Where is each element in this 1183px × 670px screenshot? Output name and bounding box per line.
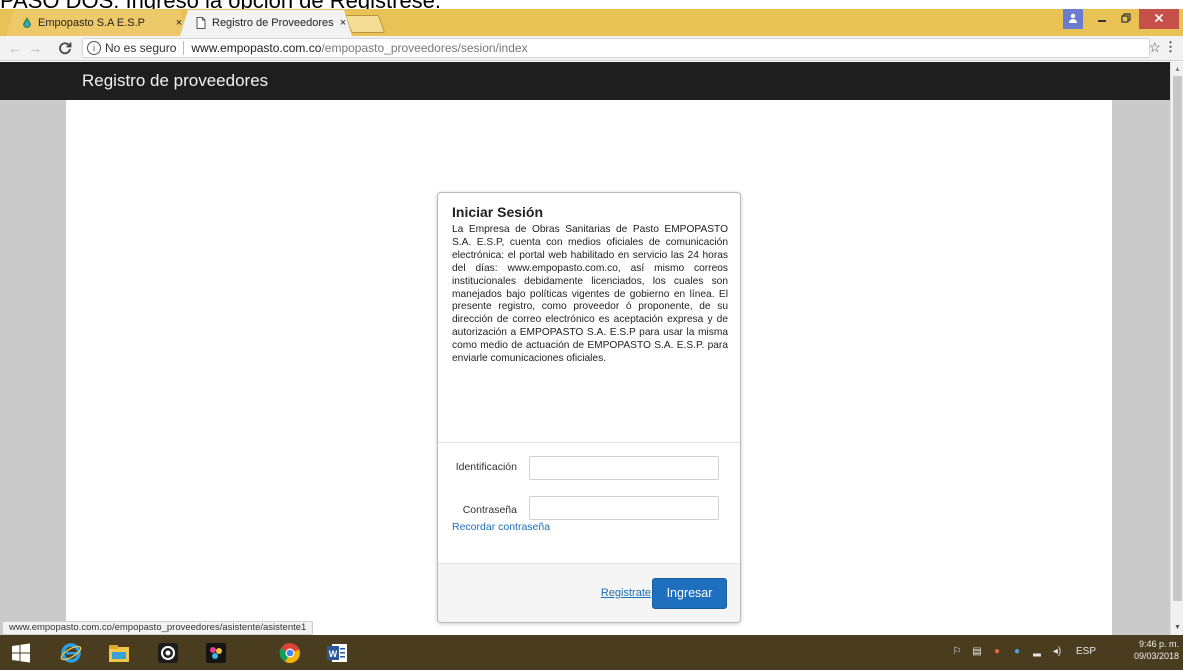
reload-icon[interactable] (56, 38, 74, 58)
id-input[interactable] (529, 456, 719, 480)
paint-app-icon[interactable] (201, 638, 231, 667)
bookmark-star-icon[interactable]: ☆ (1148, 39, 1161, 56)
taskbar-clock[interactable]: 9:46 p. m. 09/03/2018 (1107, 638, 1179, 662)
back-arrow-icon[interactable]: ← (6, 38, 24, 58)
language-indicator[interactable]: ESP (1070, 645, 1096, 659)
omnibox-separator (183, 41, 185, 55)
tab-registro-proveedores[interactable]: Registro de Proveedores × (180, 10, 352, 36)
windows-start-icon[interactable] (6, 638, 36, 667)
password-input[interactable] (529, 496, 719, 520)
browser-toolbar: ← → i No es seguro www.empopasto.com.co /… (0, 36, 1183, 61)
empopasto-favicon-icon (22, 17, 32, 29)
login-title: Iniciar Sesión (452, 204, 544, 220)
svg-text:W: W (329, 649, 338, 659)
address-bar[interactable]: i No es seguro www.empopasto.com.co/empo… (82, 38, 1150, 58)
page-gutter-right (1112, 100, 1170, 635)
login-submit-button[interactable]: Ingresar (652, 578, 727, 609)
tab-title: Registro de Proveedores (212, 17, 334, 29)
panel-divider (438, 442, 740, 443)
login-description: La Empresa de Obras Sanitarias de Pasto … (452, 224, 728, 365)
login-panel: Iniciar Sesión La Empresa de Obras Sanit… (437, 192, 741, 623)
security-label: No es seguro (105, 41, 177, 55)
internet-explorer-icon[interactable] (56, 638, 86, 667)
word-icon[interactable]: W (322, 638, 352, 667)
close-window-icon[interactable] (1139, 9, 1179, 29)
clock-time: 9:46 p. m. (1138, 639, 1179, 649)
id-label: Identificación (455, 461, 517, 473)
screen: PASO DOS: Ingreso la opción de Registres… (0, 0, 1183, 670)
scroll-up-arrow-icon[interactable]: ▲ (1174, 66, 1181, 73)
web-page: Registro de proveedores Iniciar Sesión L… (0, 62, 1183, 635)
scroll-thumb[interactable] (1173, 76, 1182, 601)
status-bar-url: www.empopasto.com.co/empopasto_proveedor… (2, 621, 314, 635)
restore-icon[interactable] (1115, 9, 1137, 29)
minimize-icon[interactable] (1091, 9, 1113, 29)
chrome-icon[interactable] (275, 638, 305, 667)
register-link[interactable]: Registrate (601, 587, 651, 599)
info-icon[interactable]: i (87, 41, 101, 55)
file-explorer-icon[interactable] (104, 638, 134, 667)
flag-icon[interactable]: ⚐ (950, 645, 964, 659)
page-icon (196, 17, 206, 29)
page-gutter-left (0, 100, 66, 635)
login-panel-header: Iniciar Sesión La Empresa de Obras Sanit… (438, 193, 740, 442)
tab-empopasto[interactable]: Empopasto S.A E.S.P × (6, 10, 188, 36)
security-app-icon[interactable]: ● (990, 645, 1004, 659)
page-scrollbar[interactable]: ▲ ▼ (1170, 62, 1183, 635)
user-profile-icon[interactable] (1063, 9, 1083, 29)
url-path: /empopasto_proveedores/sesion/index (321, 41, 528, 55)
windows-taskbar: W ⚐ ▤ ● ● ▂ ◂) ESP 9:46 p. m. 09/03/2018 (0, 635, 1183, 670)
sync-icon[interactable]: ● (1010, 645, 1024, 659)
site-navbar: Registro de proveedores (0, 62, 1170, 100)
password-label: Contraseña (462, 504, 517, 516)
media-app-icon[interactable] (153, 638, 183, 667)
navbar-brand[interactable]: Registro de proveedores (82, 71, 268, 91)
forward-arrow-icon[interactable]: → (26, 38, 44, 58)
tab-title: Empopasto S.A E.S.P (38, 17, 146, 29)
volume-icon[interactable]: ◂) (1050, 645, 1064, 659)
recover-password-link[interactable]: Recordar contraseña (452, 521, 550, 533)
url-host: www.empopasto.com.co (191, 41, 322, 55)
clock-date: 09/03/2018 (1133, 651, 1179, 661)
scroll-down-arrow-icon[interactable]: ▼ (1174, 624, 1181, 631)
login-panel-footer: Registrate Ingresar (438, 563, 740, 622)
system-tray: ⚐ ▤ ● ● ▂ ◂) ESP (950, 645, 1097, 659)
menu-kebab-icon[interactable]: ⋮ (1164, 39, 1177, 55)
network-icon[interactable]: ▤ (970, 645, 984, 659)
window-controls (1063, 9, 1179, 29)
browser-titlebar: Empopasto S.A E.S.P × Registro de Provee… (0, 9, 1183, 36)
signal-icon[interactable]: ▂ (1030, 645, 1044, 659)
new-tab-button[interactable] (344, 15, 386, 33)
